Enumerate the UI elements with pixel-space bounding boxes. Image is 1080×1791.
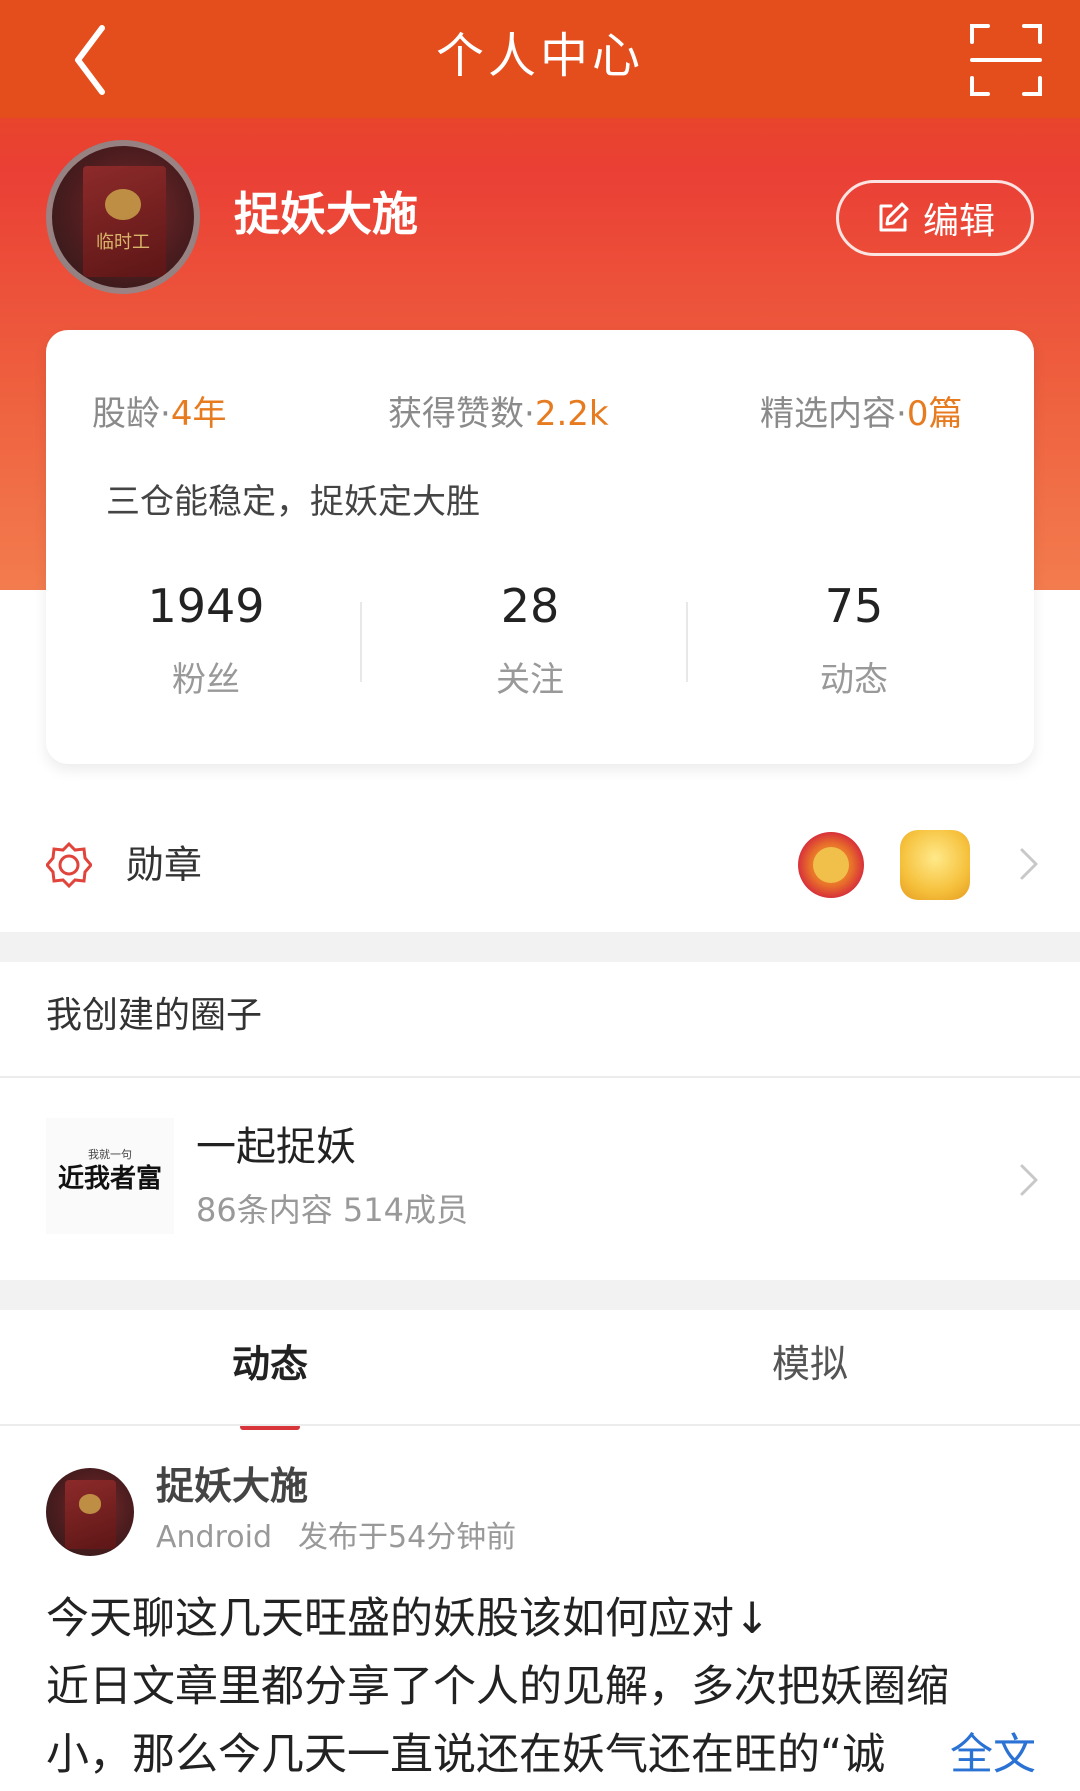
chevron-right-icon — [1020, 1164, 1038, 1196]
tab-posts[interactable]: 动态 — [0, 1336, 540, 1392]
avatar-caption: 临时工 — [96, 232, 150, 254]
tab-simulation[interactable]: 模拟 — [540, 1336, 1080, 1392]
medals-row[interactable]: 勋章 — [0, 800, 1080, 932]
scan-icon[interactable] — [966, 20, 1046, 100]
read-more-link[interactable]: 全文 — [910, 1721, 1036, 1789]
divider — [360, 602, 362, 682]
thumbs-up-badge-icon — [900, 830, 970, 900]
posts-count[interactable]: 75 动态 — [754, 578, 954, 702]
post-line-last: 小，那么今几天一直说还在妖气还在旺的“诚 全文 — [46, 1721, 1036, 1789]
top-bar: 个人中心 — [0, 0, 1080, 118]
divider — [0, 1424, 1080, 1426]
post-device: Android — [156, 1520, 272, 1555]
divider — [686, 602, 688, 682]
post-body: 今天聊这几天旺盛的妖股该如何应对↓ 近日文章里都分享了个人的见解，多次把妖圈缩 … — [46, 1585, 1036, 1789]
following-count[interactable]: 28 关注 — [430, 578, 630, 702]
stat-likes: 获得赞数·2.2k — [388, 394, 609, 434]
followers-count[interactable]: 1949 粉丝 — [106, 578, 306, 702]
circle-meta: 86条内容 514成员 — [196, 1191, 468, 1229]
emblem-icon — [78, 1494, 102, 1514]
post-author-name[interactable]: 捉妖大施 — [156, 1460, 308, 1512]
profile-stats-card: 股龄·4年 获得赞数·2.2k 精选内容·0篇 三仓能稳定，捉妖定大胜 1949… — [46, 330, 1034, 764]
edit-profile-button[interactable]: 编辑 — [836, 180, 1034, 256]
section-separator — [0, 932, 1080, 962]
page-title: 个人中心 — [435, 28, 644, 84]
circle-name: 一起捉妖 — [196, 1124, 356, 1170]
post-author-avatar[interactable] — [46, 1468, 134, 1556]
username: 捉妖大施 — [234, 187, 418, 241]
medal-icon — [46, 842, 92, 888]
avatar[interactable]: 临时工 — [46, 140, 200, 294]
post-time: 发布于54分钟前 — [298, 1520, 517, 1555]
section-title: 我创建的圈子 — [46, 995, 263, 1036]
avatar-image — [65, 1480, 117, 1549]
stat-stock-age: 股龄·4年 — [92, 394, 227, 434]
avatar-image — [83, 165, 166, 277]
chevron-right-icon — [1020, 848, 1038, 880]
edit-icon — [879, 202, 909, 232]
edit-label: 编辑 — [922, 201, 995, 242]
stat-featured: 精选内容·0篇 — [760, 394, 963, 434]
divider — [0, 1076, 1080, 1078]
post-meta: Android 发布于54分钟前 — [156, 1518, 516, 1558]
profile-motto: 三仓能稳定，捉妖定大胜 — [106, 482, 480, 522]
medals-label: 勋章 — [126, 843, 203, 887]
post-line: 近日文章里都分享了个人的见解，多次把妖圈缩 — [46, 1662, 949, 1712]
section-separator — [0, 1280, 1080, 1310]
ox-badge-icon — [798, 832, 864, 898]
emblem-icon — [104, 188, 142, 220]
circle-thumbnail: 我就一句 近我者富 — [46, 1118, 174, 1234]
post-line: 小，那么今几天一直说还在妖气还在旺的“诚 — [46, 1730, 886, 1780]
post-line: 今天聊这几天旺盛的妖股该如何应对↓ — [46, 1594, 771, 1644]
